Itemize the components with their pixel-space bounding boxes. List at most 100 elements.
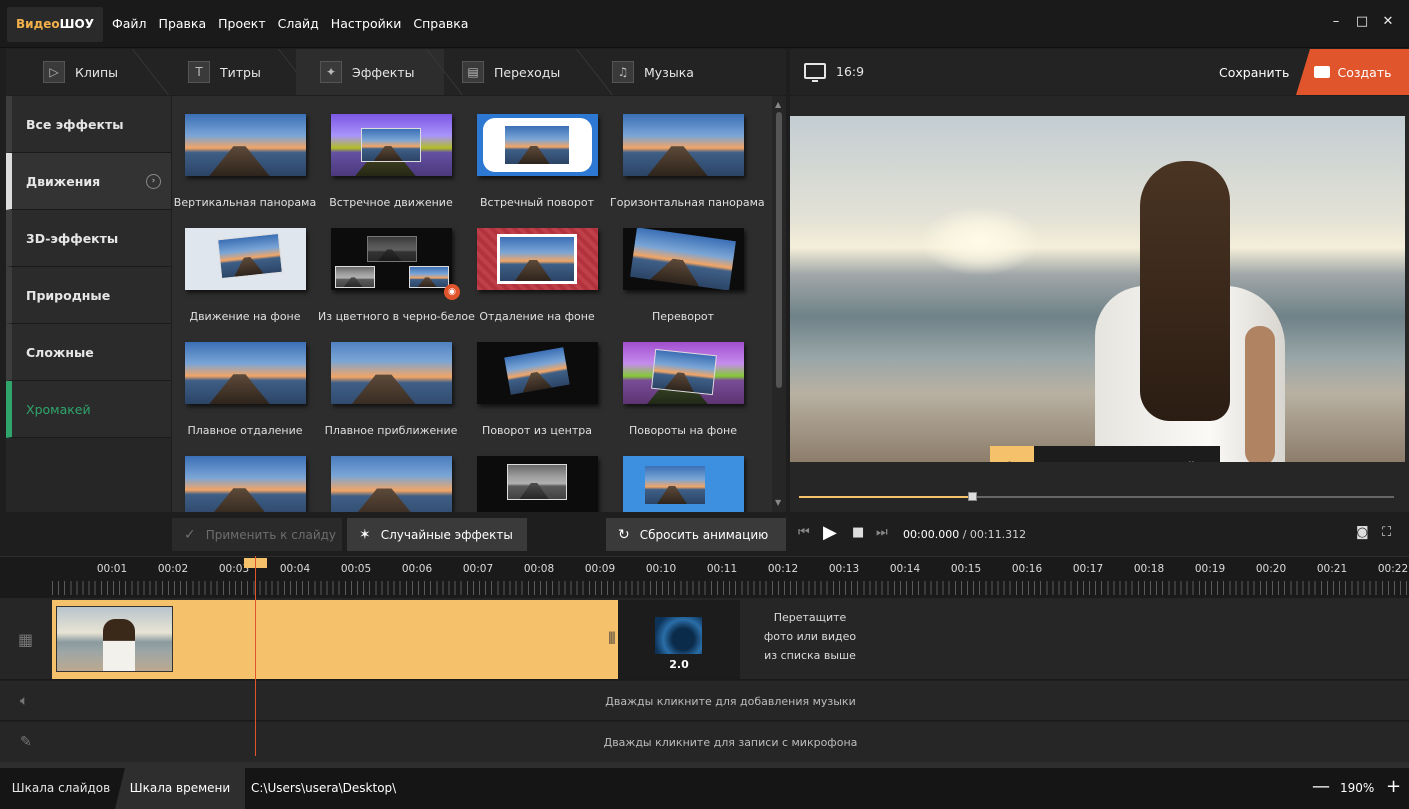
stop-icon[interactable]: ■ [852,525,864,540]
tick-label: 00:01 [96,563,128,575]
seek-handle[interactable] [967,492,977,501]
effect-thumbnail [623,456,744,512]
maximize-button[interactable]: □ [1354,14,1370,30]
menu-project[interactable]: Проект [218,16,266,31]
text-icon: T [188,61,210,83]
microphone-track[interactable]: ✎ Дважды кликните для записи с микрофона [0,722,1409,762]
category-complex[interactable]: Сложные [6,324,171,381]
tab-titles-label: Титры [220,64,261,80]
effect-thumbnail [623,114,744,176]
main-menu: Файл Правка Проект Слайд Настройки Справ… [112,16,480,31]
checkmark-icon: ✓ [184,526,196,543]
film-icon: ▤ [462,61,484,83]
reset-animation-button[interactable]: ↻ Сбросить анимацию [606,518,786,551]
next-icon[interactable]: ⏭ [876,525,888,540]
slide-clip[interactable]: ||| [52,600,618,679]
effect-thumbnail [477,114,598,176]
drop-hint[interactable]: Перетащите фото или видео из списка выше [740,608,880,665]
scroll-up-icon[interactable]: ▲ [775,100,781,109]
tab-clips[interactable]: ▷ Клипы [43,49,163,95]
tab-music[interactable]: ♫ Музыка [612,49,732,95]
edit-slide-button[interactable]: ✎ Редактировать слайд [990,446,1220,462]
effect-thumbnail [185,228,306,290]
random-effects-button[interactable]: ✶ Случайные эффекты [347,518,527,551]
tick-label: 00:14 [889,563,921,575]
create-button[interactable]: Создать [1296,49,1409,95]
tab-transitions[interactable]: ▤ Переходы [462,49,592,95]
tick-label: 00:08 [523,563,555,575]
preview-panel: ✎ Редактировать слайд [790,96,1409,512]
tick-label: 00:11 [706,563,738,575]
menu-file[interactable]: Файл [112,16,147,31]
apply-to-slide-button[interactable]: ✓ Применить к слайду [172,518,342,551]
tab-transitions-label: Переходы [494,64,561,80]
scroll-down-icon[interactable]: ▼ [775,498,781,507]
scrollbar-thumb[interactable] [776,112,782,388]
effect-label: Встречное движение [329,196,453,209]
menu-settings[interactable]: Настройки [331,16,402,31]
preview-person-hair [1140,161,1230,421]
tick-label: 00:17 [1072,563,1104,575]
seek-bar[interactable] [799,492,1394,501]
play-icon[interactable]: ▶ [823,522,837,543]
category-chromakey[interactable]: Хромакей [6,381,171,438]
aspect-ratio-button[interactable]: 16:9 [804,63,865,82]
menu-help[interactable]: Справка [413,16,468,31]
tick-label: 00:18 [1133,563,1165,575]
snapshot-icon[interactable]: ◙ [1356,525,1369,540]
preview-video[interactable]: ✎ Редактировать слайд [790,116,1405,462]
tab-timeline-view[interactable]: Шкала времени [115,768,245,809]
effects-grid: Вертикальная панорама Встречное движение… [172,96,772,512]
clip-resize-handle[interactable]: ||| [608,630,616,644]
tick-label: 00:21 [1316,563,1348,575]
effect-thumbnail [185,114,306,176]
category-label: Хромакей [26,401,91,417]
menu-edit[interactable]: Правка [159,16,207,31]
tick-label: 00:04 [279,563,311,575]
timeline-ruler[interactable]: 00:01 00:02 00:03 00:04 00:05 00:06 00:07 00:08… [0,556,1409,598]
drop-hint-line: Перетащите [773,611,847,624]
tab-titles[interactable]: T Титры [188,49,298,95]
tick-label: 00:10 [645,563,677,575]
tick-label: 00:05 [340,563,372,575]
previous-icon[interactable]: ⏮ [798,525,810,540]
tab-slide-view[interactable]: Шкала слайдов [0,768,122,809]
category-all-effects[interactable]: Все эффекты [6,96,171,153]
transition-duration: 2.0 [669,658,689,671]
edit-slide-label: Редактировать слайд [1034,446,1220,462]
music-track[interactable]: 🔈︎ Дважды кликните для добавления музыки [0,681,1409,721]
save-button[interactable]: Сохранить [1219,65,1289,80]
category-3d-effects[interactable]: 3D-эффекты [6,210,171,267]
aspect-ratio-label: 16:9 [836,63,865,79]
tick-label: 00:13 [828,563,860,575]
category-motion[interactable]: Движения › [6,153,171,210]
close-button[interactable]: ✕ [1380,14,1396,30]
menu-slide[interactable]: Слайд [278,16,319,31]
effects-scrollbar[interactable]: ▲ ▼ [772,96,786,512]
minimize-button[interactable]: – [1328,14,1344,30]
transition-block[interactable]: 2.0 [618,600,740,679]
logo-part1: Видео [16,17,60,31]
category-label: 3D-эффекты [26,230,119,246]
effect-label: Переворот [651,310,715,323]
category-label: Сложные [26,344,94,360]
zoom-out-button[interactable]: — [1312,776,1330,797]
zoom-in-button[interactable]: + [1386,776,1401,797]
effect-thumbnail [185,456,306,512]
tick-label: 00:12 [767,563,799,575]
category-label: Движения [26,173,101,189]
effect-label: Встречный поворот [479,196,595,209]
logo-part2: ШОУ [59,17,94,31]
fullscreen-icon[interactable]: ⛶ [1382,525,1391,540]
drop-hint-line: из списка выше [764,649,856,662]
playhead-line [255,556,256,756]
effect-thumbnail [623,228,744,290]
title-bar: ВидеоШОУ Файл Правка Проект Слайд Настро… [0,0,1409,48]
tick-label: 00:19 [1194,563,1226,575]
camera-badge-icon: ◉ [444,284,460,300]
category-natural[interactable]: Природные [6,267,171,324]
magic-wand-icon: ✶ [359,526,371,543]
tab-effects[interactable]: ✦ Эффекты [296,49,444,95]
effect-label: Поворот из центра [482,424,592,437]
chevron-right-icon: › [146,174,161,189]
